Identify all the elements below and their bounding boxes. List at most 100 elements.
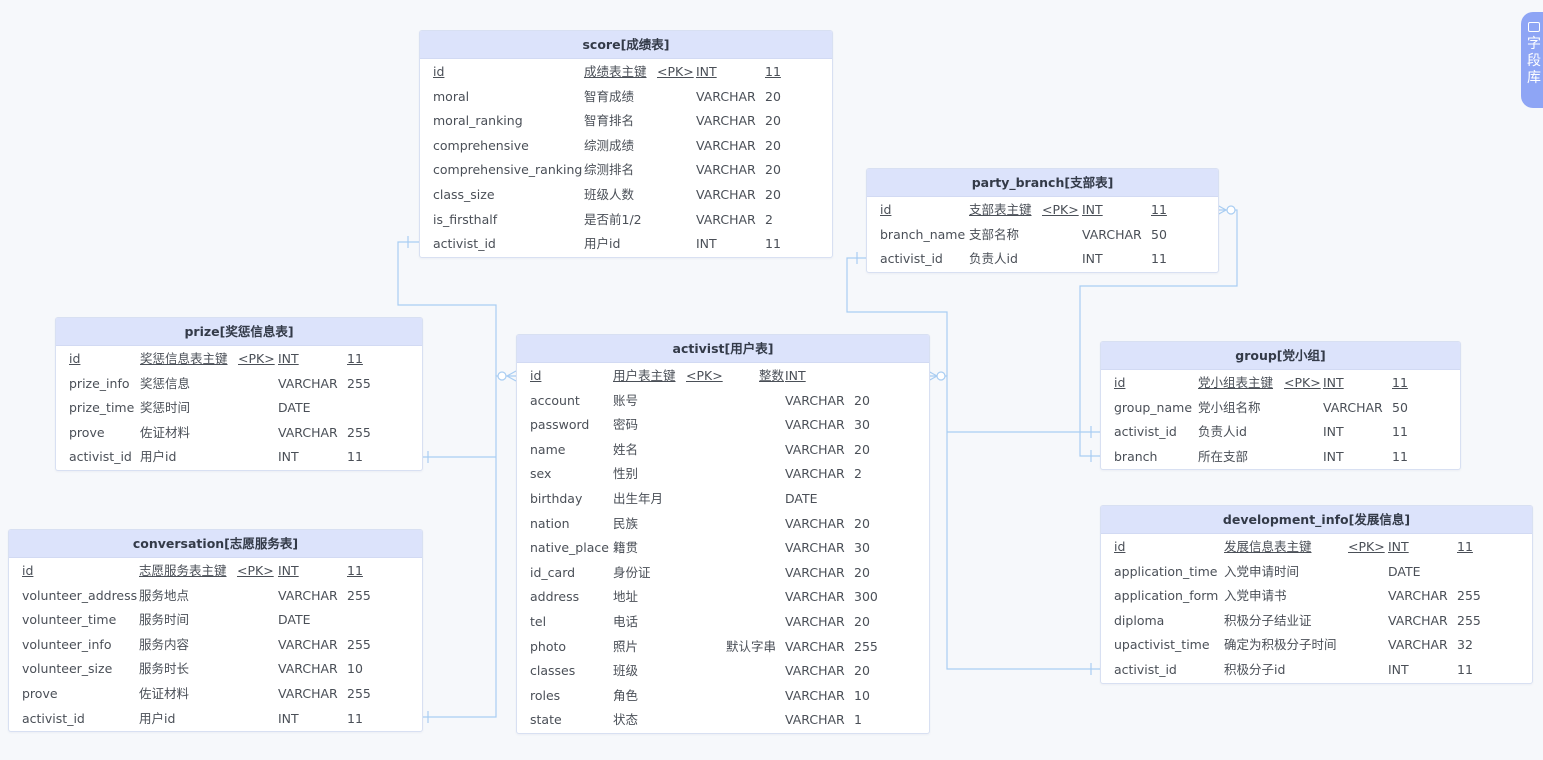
field-name: activist_id	[880, 251, 943, 267]
field-type: VARCHAR	[785, 515, 845, 531]
field-type: VARCHAR	[696, 137, 756, 153]
field-row[interactable]: id 党小组表主键 <PK> INT 11	[1101, 371, 1460, 396]
field-row[interactable]: activist_id 用户id INT 11	[9, 707, 422, 732]
field-row[interactable]: id 发展信息表主键 <PK> INT 11	[1101, 535, 1532, 560]
field-row[interactable]: application_time 入党申请时间 DATE	[1101, 560, 1532, 585]
field-length: 10	[347, 661, 363, 677]
table-title: group[党小组]	[1101, 342, 1460, 370]
field-row[interactable]: id 支部表主键 <PK> INT 11	[867, 198, 1218, 223]
er-diagram-canvas[interactable]: score[成绩表] id 成绩表主键 <PK> INT 11 moral 智育成绩 VARCH…	[0, 0, 1543, 760]
field-length: 20	[854, 515, 870, 531]
field-length: 11	[347, 563, 363, 578]
table-activist[interactable]: activist[用户表] id 用户表主键 <PK> 整数 INT account 账号 VA…	[516, 334, 930, 734]
field-row[interactable]: id 用户表主键 <PK> 整数 INT	[517, 364, 929, 389]
field-length: 11	[1392, 448, 1408, 464]
field-row[interactable]: state 状态 VARCHAR 1	[517, 708, 929, 733]
field-row[interactable]: prize_info 奖惩信息 VARCHAR 255	[56, 372, 422, 397]
field-row[interactable]: branch_name 支部名称 VARCHAR 50	[867, 223, 1218, 248]
field-row[interactable]: native_place 籍贯 VARCHAR 30	[517, 536, 929, 561]
field-comment: 状态	[613, 712, 639, 728]
field-row[interactable]: moral 智育成绩 VARCHAR 20	[420, 85, 832, 110]
table-development-info[interactable]: development_info[发展信息] id 发展信息表主键 <PK> INT 11…	[1100, 505, 1533, 684]
table-conversation[interactable]: conversation[志愿服务表] id 志愿服务表主键 <PK> INT 11 vol…	[8, 529, 423, 733]
field-name: volunteer_size	[22, 661, 113, 677]
field-comment: 入党申请书	[1224, 588, 1287, 604]
field-row[interactable]: prove 佐证材料 VARCHAR 255	[9, 682, 422, 707]
field-row[interactable]: prize_time 奖惩时间 DATE	[56, 396, 422, 421]
field-row[interactable]: id 奖惩信息表主键 <PK> INT 11	[56, 347, 422, 372]
package-icon	[1528, 22, 1540, 32]
field-row[interactable]: activist_id 负责人id INT 11	[1101, 420, 1460, 445]
field-row[interactable]: application_form 入党申请书 VARCHAR 255	[1101, 584, 1532, 609]
table-title: activist[用户表]	[517, 335, 929, 363]
field-type: VARCHAR	[1082, 226, 1142, 242]
field-type: INT	[1082, 251, 1103, 267]
table-prize[interactable]: prize[奖惩信息表] id 奖惩信息表主键 <PK> INT 11 prize_info…	[55, 317, 423, 471]
field-row[interactable]: prove 佐证材料 VARCHAR 255	[56, 421, 422, 446]
field-length: 10	[854, 687, 870, 703]
field-row[interactable]: volunteer_address 服务地点 VARCHAR 255	[9, 584, 422, 609]
table-score[interactable]: score[成绩表] id 成绩表主键 <PK> INT 11 moral 智育成绩 VARCH…	[419, 30, 833, 258]
field-row[interactable]: birthday 出生年月 DATE	[517, 487, 929, 512]
field-row[interactable]: activist_id 积极分子id INT 11	[1101, 658, 1532, 683]
field-length: 11	[347, 710, 363, 726]
field-row[interactable]: address 地址 VARCHAR 300	[517, 585, 929, 610]
field-row[interactable]: id 志愿服务表主键 <PK> INT 11	[9, 559, 422, 584]
field-type: VARCHAR	[785, 540, 845, 556]
primary-key-tag: <PK>	[1348, 539, 1385, 554]
field-row[interactable]: moral_ranking 智育排名 VARCHAR 20	[420, 109, 832, 134]
field-row[interactable]: id_card 身份证 VARCHAR 20	[517, 561, 929, 586]
field-row[interactable]: account 账号 VARCHAR 20	[517, 389, 929, 414]
table-party-branch[interactable]: party_branch[支部表] id 支部表主键 <PK> INT 11 branch_…	[866, 168, 1219, 273]
field-length: 50	[1151, 226, 1167, 242]
field-row[interactable]: branch 所在支部 INT 11	[1101, 445, 1460, 470]
field-row[interactable]: volunteer_time 服务时间 DATE	[9, 608, 422, 633]
link-activist-development	[928, 375, 1100, 670]
field-row[interactable]: activist_id 负责人id INT 11	[867, 247, 1218, 272]
field-comment: 支部名称	[969, 226, 1020, 242]
field-comment: 地址	[613, 589, 639, 605]
field-library-tab[interactable]: 字段库	[1521, 12, 1543, 108]
field-row[interactable]: sex 性别 VARCHAR 2	[517, 462, 929, 487]
field-row[interactable]: password 密码 VARCHAR 30	[517, 413, 929, 438]
table-title: prize[奖惩信息表]	[56, 318, 422, 346]
field-comment: 成绩表主键	[584, 64, 647, 79]
field-row[interactable]: comprehensive_ranking 综测排名 VARCHAR 20	[420, 158, 832, 183]
field-name: upactivist_time	[1114, 637, 1210, 653]
field-length: 11	[1457, 539, 1473, 554]
field-name: comprehensive_ranking	[433, 162, 583, 178]
field-row[interactable]: id 成绩表主键 <PK> INT 11	[420, 60, 832, 85]
field-row[interactable]: nation 民族 VARCHAR 20	[517, 512, 929, 537]
field-type: INT	[1323, 448, 1344, 464]
field-name: is_firsthalf	[433, 211, 498, 227]
field-comment: 用户表主键	[613, 368, 676, 383]
field-row[interactable]: roles 角色 VARCHAR 10	[517, 684, 929, 709]
field-type: DATE	[1388, 563, 1421, 579]
field-row[interactable]: photo 照片 默认字串 VARCHAR 255	[517, 635, 929, 660]
field-name: activist_id	[1114, 661, 1177, 677]
field-row[interactable]: name 姓名 VARCHAR 20	[517, 438, 929, 463]
field-row[interactable]: class_size 班级人数 VARCHAR 20	[420, 183, 832, 208]
field-length: 50	[1392, 399, 1408, 415]
field-row[interactable]: group_name 党小组名称 VARCHAR 50	[1101, 396, 1460, 421]
field-comment: 综测成绩	[584, 137, 635, 153]
field-length: 255	[347, 424, 371, 440]
field-length: 11	[347, 449, 363, 465]
field-row[interactable]: activist_id 用户id INT 11	[420, 232, 832, 257]
field-row[interactable]: diploma 积极分子结业证 VARCHAR 255	[1101, 609, 1532, 634]
table-group[interactable]: group[党小组] id 党小组表主键 <PK> INT 11 group_name 党小组…	[1100, 341, 1461, 471]
field-row[interactable]: volunteer_size 服务时长 VARCHAR 10	[9, 657, 422, 682]
field-comment: 综测排名	[584, 162, 635, 178]
field-row[interactable]: volunteer_info 服务内容 VARCHAR 255	[9, 633, 422, 658]
field-name: diploma	[1114, 612, 1165, 628]
field-row[interactable]: comprehensive 综测成绩 VARCHAR 20	[420, 134, 832, 159]
field-row[interactable]: classes 班级 VARCHAR 20	[517, 659, 929, 684]
field-comment: 密码	[613, 417, 639, 433]
field-row[interactable]: is_firsthalf 是否前1/2 VARCHAR 2	[420, 208, 832, 233]
field-type: VARCHAR	[785, 441, 845, 457]
field-row[interactable]: activist_id 用户id INT 11	[56, 445, 422, 470]
field-length: 255	[347, 636, 371, 652]
field-row[interactable]: upactivist_time 确定为积极分子时间 VARCHAR 32	[1101, 633, 1532, 658]
field-row[interactable]: tel 电话 VARCHAR 20	[517, 610, 929, 635]
field-list: id 奖惩信息表主键 <PK> INT 11 prize_info 奖惩信息 VARCHAR 2…	[56, 346, 422, 470]
